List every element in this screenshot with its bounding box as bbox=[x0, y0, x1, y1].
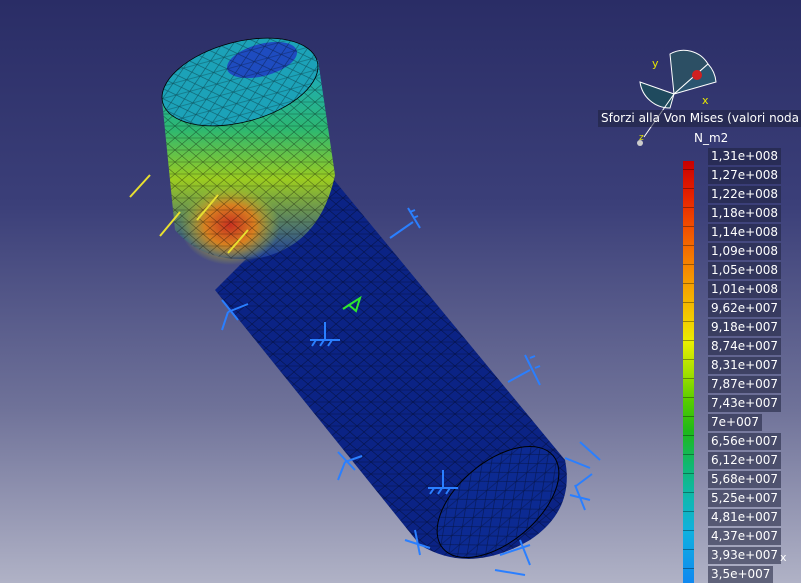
legend-value-label: 1,01e+008 bbox=[708, 281, 782, 298]
constraint-symbol bbox=[569, 484, 591, 511]
legend-unit: N_m2 bbox=[694, 131, 729, 145]
legend-value-label: 1,09e+008 bbox=[708, 243, 782, 260]
legend-value-label: 3,5e+007 bbox=[708, 566, 774, 583]
legend-tick bbox=[683, 378, 694, 379]
legend-tick bbox=[683, 302, 694, 303]
legend-tick bbox=[683, 283, 694, 284]
legend-value-label: 1,31e+008 bbox=[708, 148, 782, 165]
legend-tick bbox=[683, 511, 694, 512]
legend-value-label: 7,87e+007 bbox=[708, 376, 782, 393]
legend-value-label: 7e+007 bbox=[708, 414, 762, 431]
legend-tick bbox=[683, 416, 694, 417]
constraint-symbol bbox=[507, 354, 541, 386]
legend-value-label: 3,93e+007 bbox=[708, 547, 782, 564]
legend-value-label: 1,05e+008 bbox=[708, 262, 782, 279]
legend-value-label: 9,62e+007 bbox=[708, 300, 782, 317]
legend-title: Sforzi alla Von Mises (valori noda bbox=[598, 110, 801, 127]
legend-value-label: 6,12e+007 bbox=[708, 452, 782, 469]
constraint-symbol bbox=[389, 207, 421, 239]
legend-value-label: 1,22e+008 bbox=[708, 186, 782, 203]
legend-tick bbox=[683, 264, 694, 265]
legend-tick bbox=[683, 226, 694, 227]
legend-value-label: 9,18e+007 bbox=[708, 319, 782, 336]
legend-tick bbox=[683, 169, 694, 170]
legend-value-label: 1,18e+008 bbox=[708, 205, 782, 222]
legend-value-label: 8,31e+007 bbox=[708, 357, 782, 374]
legend-value-label: 8,74e+007 bbox=[708, 338, 782, 355]
legend-tick bbox=[683, 454, 694, 455]
legend-tick bbox=[683, 321, 694, 322]
legend-value-label: 4,37e+007 bbox=[708, 528, 782, 545]
legend-tick bbox=[683, 207, 694, 208]
compass-handle-icon[interactable] bbox=[692, 70, 702, 80]
legend-value-label: 1,14e+008 bbox=[708, 224, 782, 241]
legend-tick bbox=[683, 340, 694, 341]
legend-tick bbox=[683, 492, 694, 493]
load-arrow[interactable] bbox=[129, 174, 151, 198]
legend-close-icon[interactable]: x bbox=[780, 552, 787, 564]
legend-tick bbox=[683, 435, 694, 436]
legend-value-label: 7,43e+007 bbox=[708, 395, 782, 412]
legend-tick bbox=[683, 549, 694, 550]
legend-tick bbox=[683, 568, 694, 569]
legend-tick bbox=[683, 188, 694, 189]
legend-tick bbox=[683, 359, 694, 360]
legend-color-bar bbox=[683, 161, 694, 583]
legend-tick bbox=[683, 397, 694, 398]
3d-viewport[interactable]: y x z Sforzi alla Von Mises (valori noda… bbox=[0, 0, 801, 583]
compass-x-label: x bbox=[702, 94, 709, 107]
legend-value-label: 1,27e+008 bbox=[708, 167, 782, 184]
legend-tick bbox=[683, 473, 694, 474]
legend-value-label: 4,81e+007 bbox=[708, 509, 782, 526]
legend-tick bbox=[683, 245, 694, 246]
constraint-symbol bbox=[564, 441, 601, 487]
legend-value-label: 6,56e+007 bbox=[708, 433, 782, 450]
shaft-head bbox=[161, 37, 335, 265]
legend-value-label: 5,68e+007 bbox=[708, 471, 782, 488]
legend-tick bbox=[683, 530, 694, 531]
compass-y-label: y bbox=[652, 57, 659, 70]
legend-value-label: 5,25e+007 bbox=[708, 490, 782, 507]
compass-z-label: z bbox=[639, 133, 644, 143]
